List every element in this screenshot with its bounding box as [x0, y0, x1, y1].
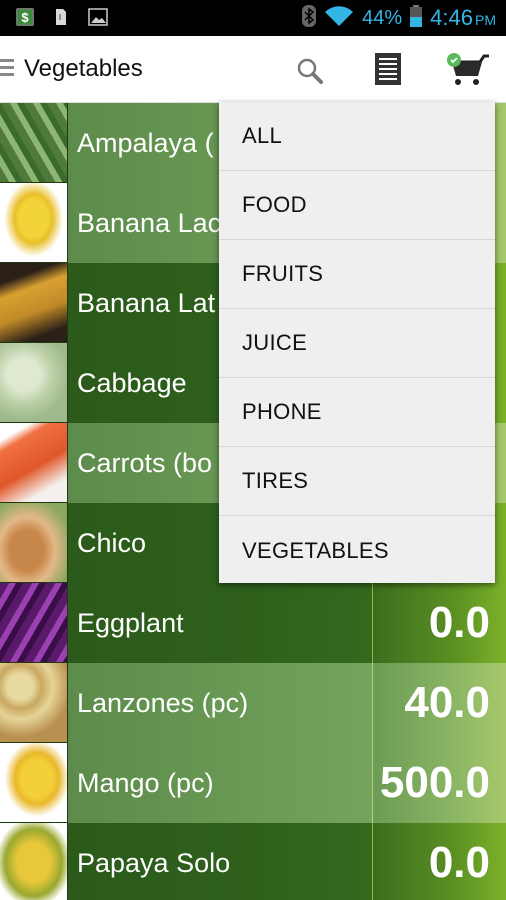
product-thumbnail — [0, 183, 68, 263]
product-thumbnail — [0, 423, 68, 503]
product-thumbnail — [0, 583, 68, 663]
product-thumbnail — [0, 743, 68, 823]
product-value: 40.0 — [372, 663, 506, 743]
product-value: 0.0 — [372, 823, 506, 900]
product-name: Eggplant — [68, 583, 372, 663]
product-value: 0.0 — [372, 583, 506, 663]
list-item[interactable]: Papaya Solo 0.0 — [0, 823, 506, 900]
menu-item-all[interactable]: ALL — [219, 102, 495, 171]
action-bar: Vegetables — [0, 36, 506, 103]
product-thumbnail — [0, 343, 68, 423]
product-thumbnail — [0, 103, 68, 183]
product-thumbnail — [0, 503, 68, 583]
search-icon[interactable] — [295, 56, 325, 86]
menu-item-juice[interactable]: JUICE — [219, 309, 495, 378]
product-thumbnail — [0, 263, 68, 343]
category-dropdown-menu: ALL FOOD FRUITS JUICE PHONE TIRES VEGETA… — [219, 102, 495, 583]
product-value: 500.0 — [372, 743, 506, 823]
svg-text:$: $ — [21, 10, 29, 25]
list-item[interactable]: Mango (pc) 500.0 — [0, 743, 506, 823]
menu-item-tires[interactable]: TIRES — [219, 447, 495, 516]
system-status: 44% 4:46 PM — [302, 0, 496, 36]
status-bar: $ 44% 4:46 PM — [0, 0, 506, 36]
cart-icon[interactable] — [446, 52, 490, 86]
product-thumbnail — [0, 823, 68, 900]
wifi-icon — [324, 5, 354, 32]
notification-icons: $ — [16, 8, 108, 26]
menu-item-food[interactable]: FOOD — [219, 171, 495, 240]
drawer-menu-icon[interactable] — [0, 59, 14, 79]
image-icon — [88, 8, 108, 26]
list-item[interactable]: Lanzones (pc) 40.0 — [0, 663, 506, 743]
clock: 4:46 PM — [430, 5, 496, 30]
money-app-icon: $ — [16, 8, 34, 26]
menu-item-vegetables[interactable]: VEGETABLES — [219, 516, 495, 585]
battery-icon — [410, 4, 423, 32]
battery-percent: 44% — [362, 6, 403, 29]
product-name: Mango (pc) — [68, 743, 372, 823]
product-name: Lanzones (pc) — [68, 663, 372, 743]
list-icon[interactable] — [375, 53, 401, 85]
product-thumbnail — [0, 663, 68, 743]
menu-item-fruits[interactable]: FRUITS — [219, 240, 495, 309]
bluetooth-icon — [302, 4, 317, 32]
product-name: Papaya Solo — [68, 823, 372, 900]
file-icon — [52, 8, 70, 26]
list-item[interactable]: Eggplant 0.0 — [0, 583, 506, 663]
page-title[interactable]: Vegetables — [24, 55, 143, 83]
menu-item-phone[interactable]: PHONE — [219, 378, 495, 447]
